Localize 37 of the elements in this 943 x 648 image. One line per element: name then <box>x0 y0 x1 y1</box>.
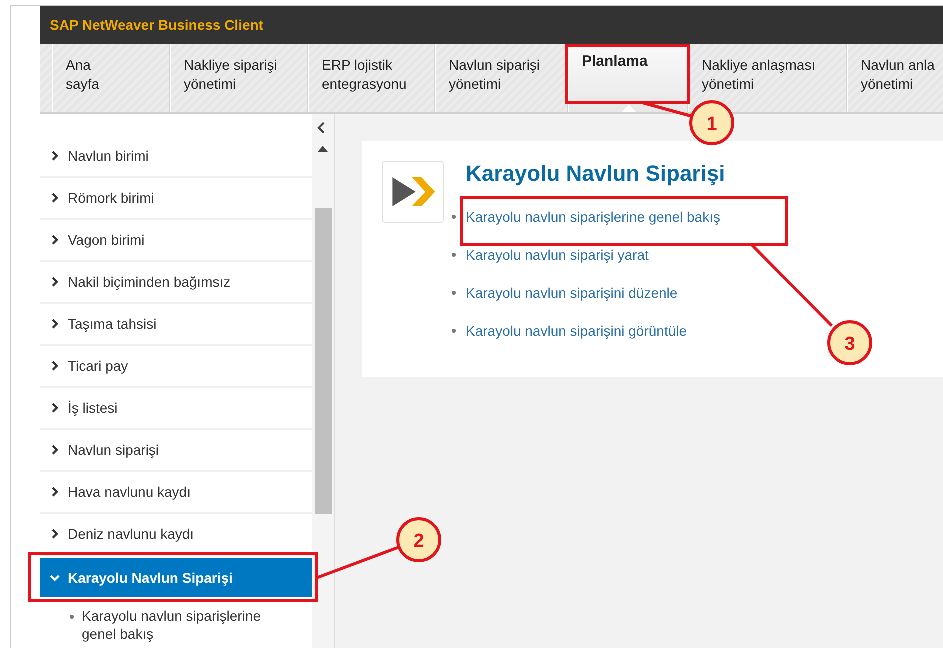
nav-tab[interactable]: ERP lojistik entegrasyonu <box>308 44 435 112</box>
chevron-icon <box>50 487 60 497</box>
chevron-icon <box>50 235 60 245</box>
sidebar-item[interactable]: Karayolu Navlun Siparişi <box>40 558 312 597</box>
callout-badge: 3 <box>828 320 872 366</box>
link[interactable]: Karayolu navlun siparişlerine genel bakış <box>466 209 720 225</box>
play-forward-icon <box>382 161 444 223</box>
collapse-icon[interactable] <box>317 122 327 134</box>
nav-tab[interactable]: Planlama <box>568 44 688 112</box>
chevron-icon <box>50 277 60 287</box>
chevron-icon <box>50 151 60 161</box>
chevron-icon <box>50 403 60 413</box>
link[interactable]: Karayolu navlun siparişini düzenle <box>466 285 678 301</box>
bullet-icon <box>452 329 456 333</box>
scrollbar[interactable] <box>312 114 334 648</box>
section-title: Karayolu Navlun Siparişi <box>466 161 726 187</box>
scroll-thumb[interactable] <box>315 208 332 514</box>
chevron-icon <box>50 319 60 329</box>
chevron-icon <box>50 361 60 371</box>
chevron-icon <box>50 193 60 203</box>
scroll-up-icon[interactable] <box>318 146 328 152</box>
chevron-icon <box>50 445 60 455</box>
link[interactable]: Karayolu navlun siparişi yarat <box>466 247 649 263</box>
bullet-icon <box>452 253 456 257</box>
chevron-icon <box>50 529 60 539</box>
nav-tab[interactable]: Ana sayfa <box>52 44 170 112</box>
chevron-icon <box>50 572 60 582</box>
sidebar-subitem[interactable]: Karayolu navlun siparişlerine genel bakış <box>82 607 272 643</box>
bullet-icon <box>70 615 74 619</box>
callout-badge: 2 <box>396 518 442 562</box>
nav-tab[interactable]: Navlun anla yönetimi <box>847 44 943 112</box>
callout-badge: 1 <box>690 100 734 146</box>
bullet-icon <box>452 291 456 295</box>
link[interactable]: Karayolu navlun siparişini görüntüle <box>466 323 688 339</box>
window-title: SAP NetWeaver Business Client <box>50 17 264 33</box>
nav-tab[interactable]: Nakliye siparişi yönetimi <box>170 44 308 112</box>
bullet-icon <box>452 215 456 219</box>
